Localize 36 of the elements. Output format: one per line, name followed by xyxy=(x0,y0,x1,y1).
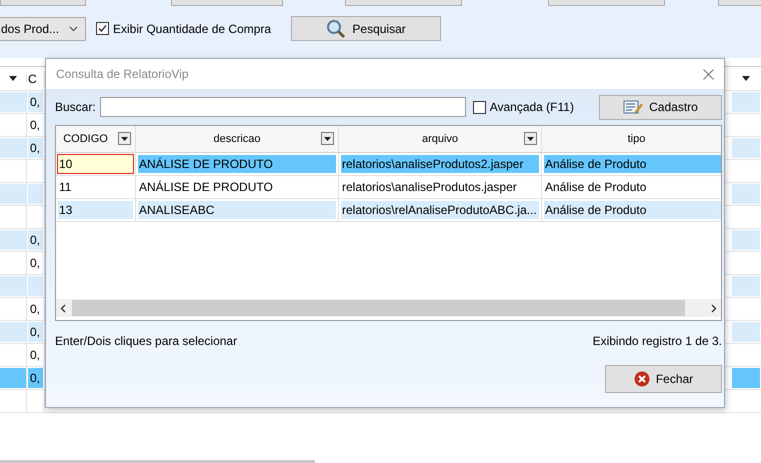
column-header[interactable]: descricao xyxy=(213,133,261,145)
column-header[interactable]: CODIGO xyxy=(63,133,108,145)
table-cell-text: relatorios\analiseProdutos.jasper xyxy=(341,179,518,196)
table-cell: ANÁLISE DE PRODUTO xyxy=(138,155,336,173)
table-cell: 0, xyxy=(28,92,43,112)
table-cell-text: 0, xyxy=(29,301,42,318)
hint-text: Enter/Dois cliques para selecionar xyxy=(55,334,238,348)
record-count: Exibindo registro 1 de 3. xyxy=(592,334,722,348)
table-cell-text: 0, xyxy=(29,347,42,364)
table-cell: Análise de Produto xyxy=(544,201,721,219)
table-cell: ANALISEABC xyxy=(138,201,336,219)
column-header[interactable]: tipo xyxy=(628,133,646,145)
table-cell: relatorios\relAnaliseProdutoABC.ja... xyxy=(341,201,539,219)
table-cell-text: Análise de Produto xyxy=(544,179,648,196)
filter-dropdown[interactable]: dos Prod... xyxy=(0,16,86,40)
register-button[interactable]: Cadastro xyxy=(599,94,722,120)
table-cell: 10 xyxy=(58,155,133,173)
table-cell-text: 0, xyxy=(29,255,42,272)
window-title: Consulta de RelatorioVip xyxy=(56,67,189,81)
table-cell: 13 xyxy=(58,201,133,219)
close-button[interactable]: Fechar xyxy=(605,365,722,393)
table-cell: 0, xyxy=(28,138,43,158)
search-label: Buscar: xyxy=(55,100,96,114)
table-cell-text: 0, xyxy=(29,117,42,134)
checkbox-label[interactable]: Exibir Quantidade de Compra xyxy=(113,22,272,36)
search-button[interactable]: Pesquisar xyxy=(291,16,442,41)
table-cell: 0, xyxy=(28,368,43,388)
table-cell-text: ANÁLISE DE PRODUTO xyxy=(138,179,274,196)
column-header[interactable]: arquivo xyxy=(422,133,458,145)
table-cell: Análise de Produto xyxy=(544,155,721,173)
column-header: C xyxy=(28,72,37,86)
table-cell: 0, xyxy=(28,322,43,342)
table-cell-text: 11 xyxy=(58,179,72,196)
checkbox-label[interactable]: Avançada (F11) xyxy=(490,100,574,114)
table-cell: 0, xyxy=(28,230,43,250)
table-cell: relatorios\analiseProdutos2.jasper xyxy=(341,155,539,173)
